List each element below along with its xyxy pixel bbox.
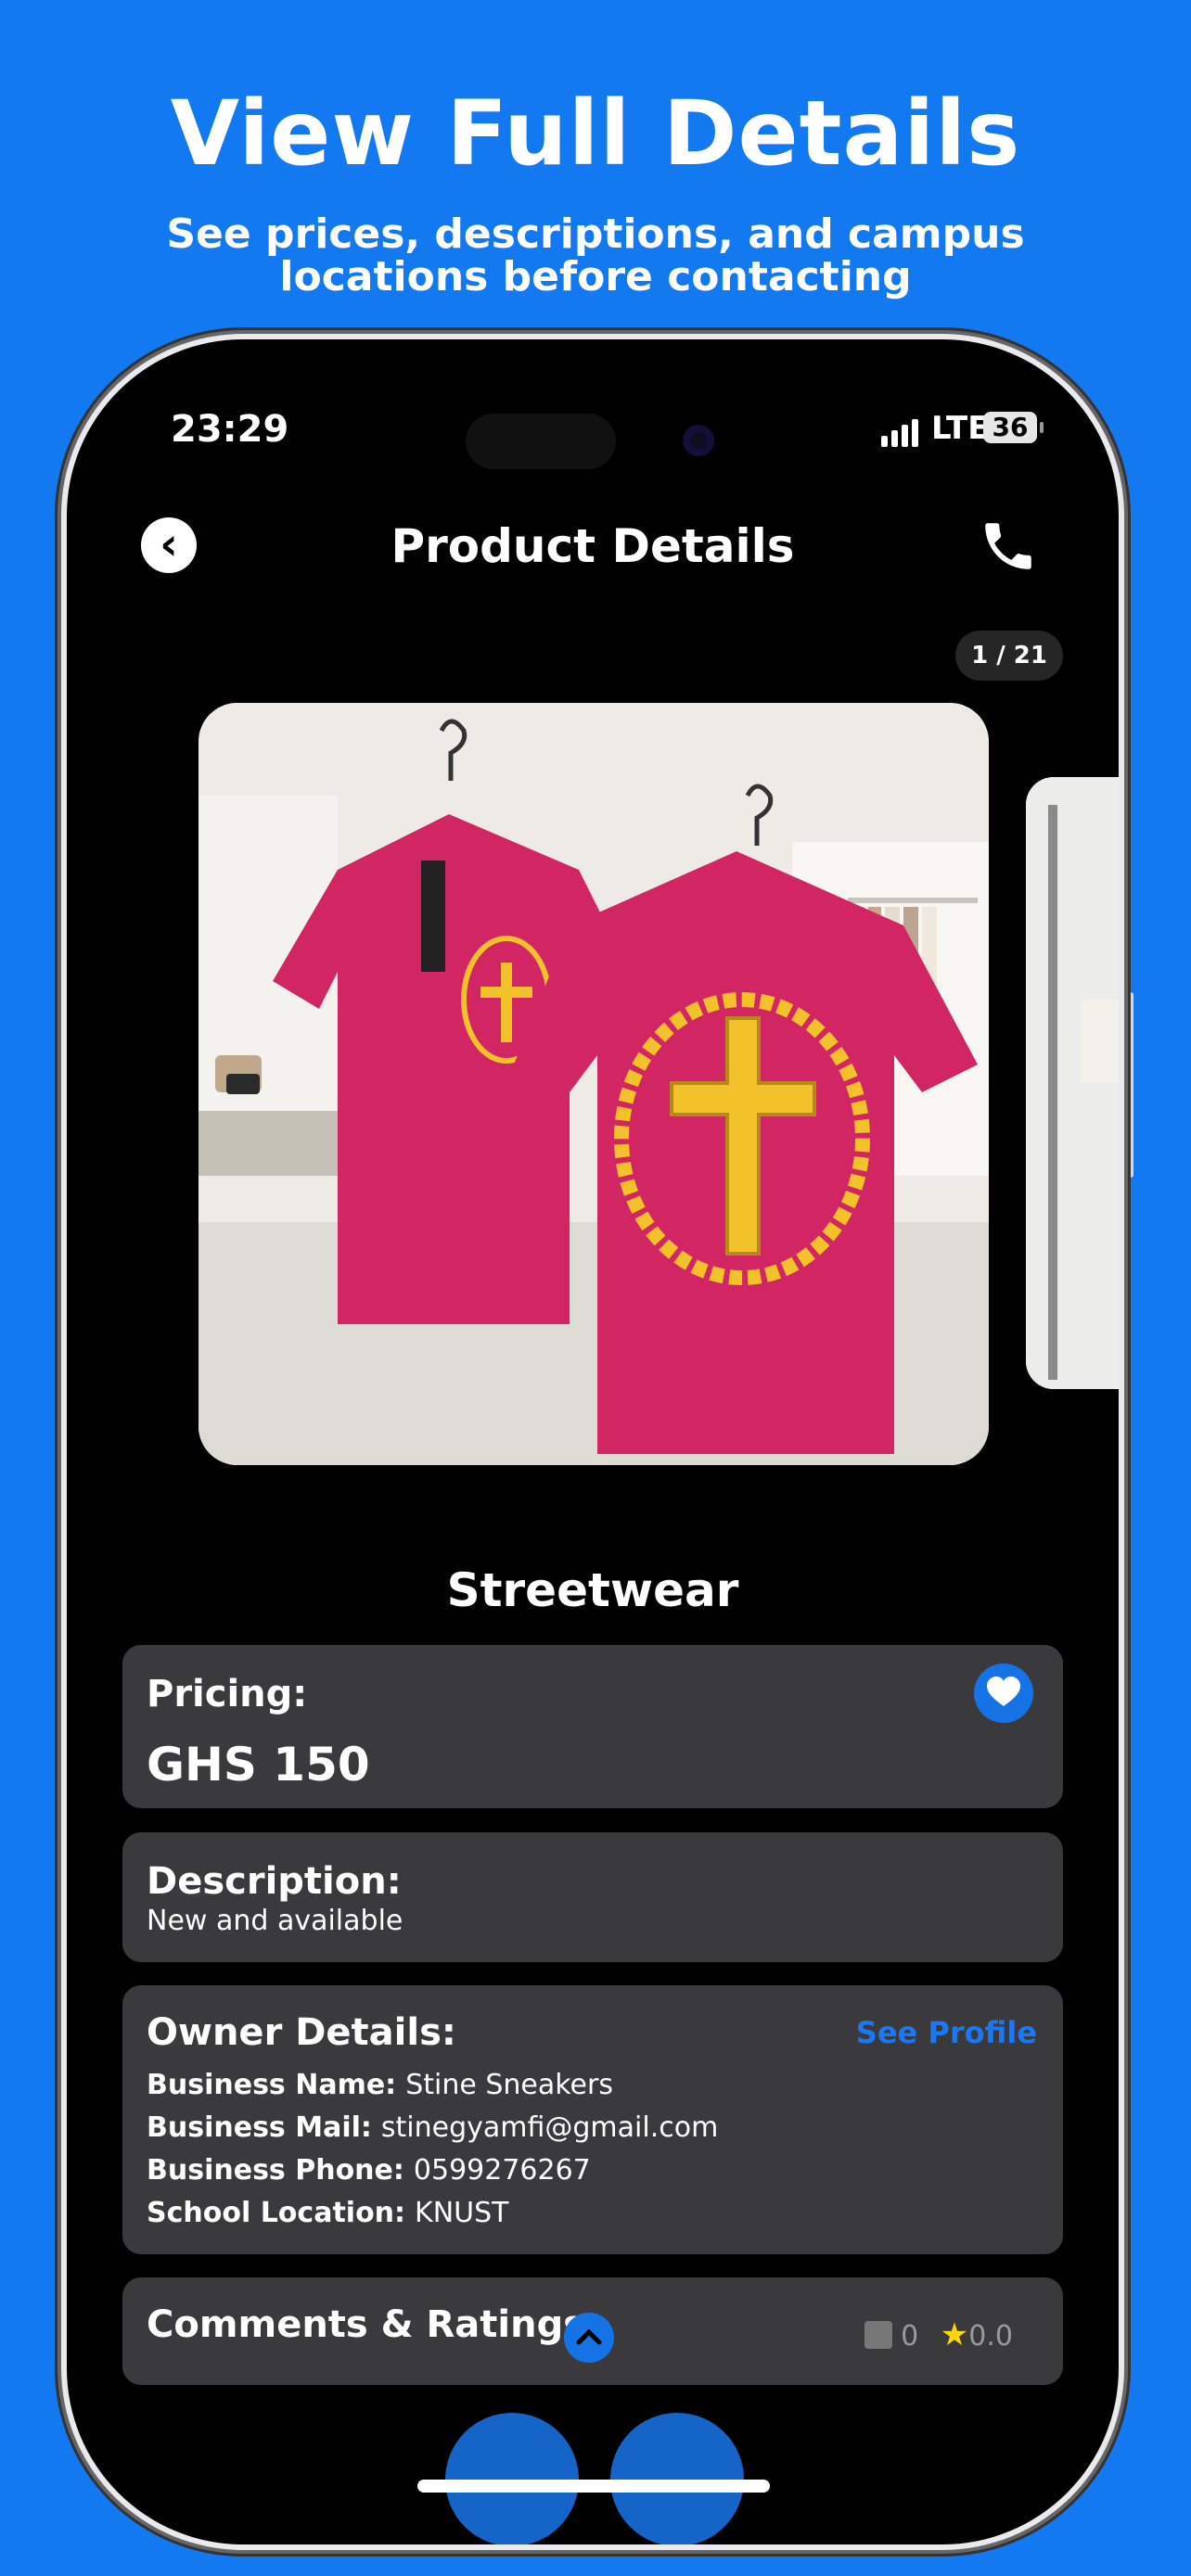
chevron-up-icon[interactable] (564, 2313, 614, 2363)
camera-icon (683, 425, 714, 456)
description-card: Description: New and available (122, 1832, 1063, 1962)
chevron-up-glyph (576, 2328, 602, 2345)
product-photo (198, 703, 989, 1465)
owner-details-card: Owner Details: See Profile Business Name… (122, 1985, 1063, 2254)
next-product-photo (1026, 777, 1119, 1389)
image-counter: 1 / 21 (955, 631, 1063, 681)
phone-power-button (1124, 992, 1133, 1178)
star-icon: ★ (940, 2316, 969, 2353)
call-fab-button[interactable] (445, 2413, 579, 2544)
home-indicator (417, 2480, 770, 2493)
owner-row-key: Business Mail: (147, 2111, 372, 2144)
pricing-label: Pricing: (147, 1673, 308, 1715)
banner-title: View Full Details (170, 82, 1021, 185)
favorite-button[interactable] (974, 1664, 1033, 1723)
banner-subtitle: See prices, descriptions, and campus loc… (166, 210, 1025, 300)
page-title: Product Details (391, 519, 795, 573)
owner-row-value: stinegyamfi@gmail.com (380, 2111, 719, 2144)
battery-icon: 36 (983, 412, 1044, 443)
see-profile-link[interactable]: See Profile (856, 2015, 1037, 2050)
description-label: Description: (147, 1860, 402, 1903)
dynamic-island (466, 414, 616, 469)
comment-icon (864, 2321, 892, 2349)
owner-row-key: Business Phone: (147, 2154, 404, 2187)
owner-row-value: Stine Sneakers (405, 2069, 613, 2101)
owner-row-value: 0599276267 (413, 2154, 591, 2187)
pricing-card: Pricing: GHS 150 (122, 1645, 1063, 1808)
chat-fab-button[interactable] (610, 2413, 744, 2544)
owner-details-label: Owner Details: (147, 2011, 456, 2054)
phone-icon[interactable] (978, 516, 1039, 577)
product-image[interactable] (198, 703, 989, 1465)
owner-row-key: School Location: (147, 2197, 406, 2229)
rating-value: 0.0 (968, 2320, 1013, 2353)
owner-row-value: KNUST (415, 2197, 509, 2229)
navigation-bar: ‹ Product Details (67, 506, 1119, 618)
next-product-image[interactable] (1026, 777, 1119, 1389)
owner-row-business-name: Business Name: Stine Sneakers (147, 2069, 613, 2101)
battery-level: 36 (992, 412, 1029, 442)
description-text: New and available (147, 1905, 403, 1937)
phone-frame: 23:29 LTE 36 ‹ Product Details 1 / 21 St… (67, 339, 1119, 2544)
comments-ratings-card[interactable]: Comments & Ratings 0 ★0.0 (122, 2277, 1063, 2385)
signal-icon (881, 419, 918, 447)
owner-row-business-phone: Business Phone: 0599276267 (147, 2154, 591, 2187)
owner-row-business-mail: Business Mail: stinegyamfi@gmail.com (147, 2111, 718, 2144)
heart-icon (987, 1677, 1020, 1706)
comment-count: 0 (901, 2320, 919, 2353)
comments-ratings-label: Comments & Ratings (147, 2303, 586, 2346)
status-time: 23:29 (171, 408, 289, 451)
owner-row-key: Business Name: (147, 2069, 397, 2101)
status-bar: 23:29 LTE 36 (67, 339, 1119, 469)
network-label: LTE (931, 410, 990, 447)
rating-summary: 0 ★0.0 (864, 2316, 1013, 2353)
price-value: GHS 150 (147, 1738, 370, 1792)
product-name: Streetwear (446, 1563, 739, 1617)
owner-row-school-location: School Location: KNUST (147, 2197, 509, 2229)
